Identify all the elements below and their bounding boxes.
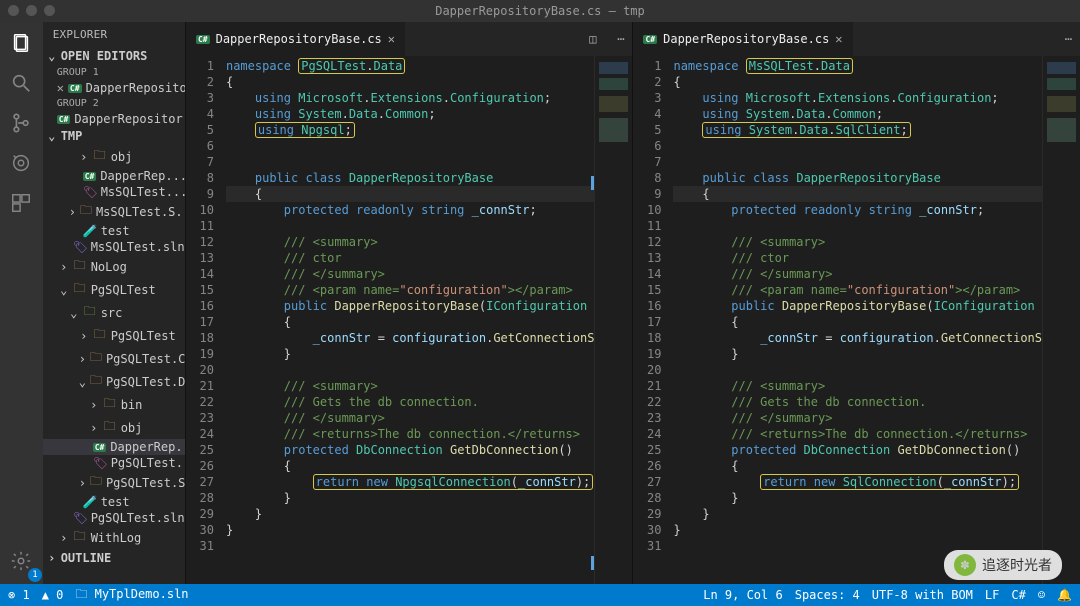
activity-bar — [0, 22, 43, 584]
settings-badge: 1 — [28, 568, 42, 582]
editor-pane: C#DapperRepositoryBase.cs✕⋯1234567891011… — [632, 22, 1080, 584]
tree-item[interactable]: 🏷PgSQLTest.... — [43, 455, 185, 471]
open-editor-1[interactable]: ✕C#DapperRepositor... — [43, 80, 185, 96]
tree-item[interactable]: ⌄🗀PgSQLTest.D... — [43, 370, 185, 393]
status-encoding[interactable]: UTF-8 with BOM — [872, 588, 973, 602]
explorer-icon[interactable] — [8, 30, 34, 56]
tree-item-label: PgSQLTest.... — [111, 456, 185, 470]
debug-icon[interactable] — [8, 150, 34, 176]
editor-split: C#DapperRepositoryBase.cs✕◫⋯123456789101… — [185, 22, 1080, 584]
tree-item-label: PgSQLTest.C... — [106, 352, 185, 366]
more-actions-icon[interactable]: ⋯ — [1065, 32, 1072, 46]
more-actions-icon[interactable]: ⋯ — [617, 32, 624, 46]
code-lines[interactable]: namespace MsSQLTest.Data{ using Microsof… — [669, 56, 1042, 584]
tab-label: DapperRepositoryBase.cs — [216, 32, 382, 46]
explorer-sidebar: EXPLORER ⌄OPEN EDITORS GROUP 1 ✕C#Dapper… — [43, 22, 185, 584]
tab-label: DapperRepositoryBase.cs — [663, 32, 829, 46]
status-warnings[interactable]: ▲ 0 — [42, 588, 64, 602]
tree-item-label: PgSQLTest.S... — [106, 476, 185, 490]
window-title: DapperRepositoryBase.cs — tmp — [435, 4, 645, 18]
close-icon[interactable]: ✕ — [835, 32, 842, 46]
tree-item-label: src — [101, 306, 123, 320]
tree-item[interactable]: C#DapperRep... — [43, 439, 185, 455]
tree-item-label: MsSQLTest.... — [101, 185, 185, 199]
status-bar: ⊗ 1 ▲ 0 🗀 MyTplDemo.sln Ln 9, Col 6 Spac… — [0, 584, 1080, 606]
split-editor-icon[interactable]: ◫ — [589, 32, 596, 46]
status-notifications[interactable]: 🔔 — [1057, 588, 1072, 602]
editor-tab[interactable]: C#DapperRepositoryBase.cs✕ — [633, 22, 853, 56]
tree-item-label: PgSQLTest.D... — [106, 375, 185, 389]
tree-item[interactable]: C#DapperRep... — [43, 168, 185, 184]
status-feedback[interactable]: ☺ — [1038, 588, 1045, 602]
tree-item[interactable]: ⌄🗀PgSQLTest — [43, 278, 185, 301]
code-area[interactable]: 1234567891011121314151617181920212223242… — [633, 56, 1080, 584]
tree-item[interactable]: 🏷MsSQLTest.sln — [43, 239, 185, 255]
tree-item-label: obj — [111, 150, 133, 164]
status-errors[interactable]: ⊗ 1 — [8, 588, 30, 602]
editor-pane: C#DapperRepositoryBase.cs✕◫⋯123456789101… — [185, 22, 633, 584]
open-editor-2[interactable]: C#DapperRepositor... — [43, 111, 185, 127]
wechat-watermark: ✽ 追逐时光者 — [944, 550, 1062, 580]
source-control-icon[interactable] — [8, 110, 34, 136]
traffic-lights[interactable] — [8, 5, 55, 16]
line-gutter: 1234567891011121314151617181920212223242… — [186, 56, 222, 584]
status-spaces[interactable]: Spaces: 4 — [795, 588, 860, 602]
tree-item-label: PgSQLTest — [111, 329, 176, 343]
group-1-label: GROUP 1 — [43, 65, 185, 80]
minimap[interactable] — [1042, 56, 1080, 584]
open-editors-header[interactable]: ⌄OPEN EDITORS — [43, 47, 185, 65]
tree-item[interactable]: 🏷MsSQLTest.... — [43, 184, 185, 200]
tree-item-label: WithLog — [91, 531, 142, 545]
tree-item-label: MsSQLTest.S... — [96, 205, 185, 219]
tree-item-label: NoLog — [91, 260, 127, 274]
tree-item-label: PgSQLTest — [91, 283, 156, 297]
tree-item-label: DapperRep... — [100, 169, 185, 183]
tmp-header[interactable]: ⌄TMP — [43, 127, 185, 145]
tree-item-label: test — [101, 495, 130, 509]
tree-item-label: bin — [121, 398, 143, 412]
line-gutter: 1234567891011121314151617181920212223242… — [633, 56, 669, 584]
tree-item-label: PgSQLTest.sln — [91, 511, 185, 525]
editor-tab[interactable]: C#DapperRepositoryBase.cs✕ — [186, 22, 406, 56]
minimap[interactable] — [594, 56, 632, 584]
status-cursor[interactable]: Ln 9, Col 6 — [703, 588, 782, 602]
window-titlebar: DapperRepositoryBase.cs — tmp — [0, 0, 1080, 22]
group-2-label: GROUP 2 — [43, 96, 185, 111]
outline-header[interactable]: ›OUTLINE — [43, 549, 185, 567]
tree-item-label: obj — [121, 421, 143, 435]
tree-item-label: DapperRep... — [110, 440, 185, 454]
sidebar-title: EXPLORER — [43, 22, 185, 47]
tree-item[interactable]: ›🗀NoLog — [43, 255, 185, 278]
wechat-icon: ✽ — [954, 554, 976, 576]
close-icon[interactable]: ✕ — [388, 32, 395, 46]
tree-item[interactable]: ›🗀obj — [43, 145, 185, 168]
tree-item[interactable]: ›🗀WithLog — [43, 526, 185, 549]
tree-item[interactable]: ›🗀MsSQLTest.S... — [43, 200, 185, 223]
tree-item[interactable]: ›🗀bin — [43, 393, 185, 416]
tree-item[interactable]: ⌄🗀src — [43, 301, 185, 324]
tree-item[interactable]: 🧪test — [43, 494, 185, 510]
tree-item[interactable]: ›🗀PgSQLTest — [43, 324, 185, 347]
file-tree: ›🗀objC#DapperRep...🏷MsSQLTest....›🗀MsSQL… — [43, 145, 185, 549]
tab-bar: C#DapperRepositoryBase.cs✕◫⋯ — [186, 22, 633, 56]
tree-item-label: MsSQLTest.sln — [91, 240, 185, 254]
code-area[interactable]: 1234567891011121314151617181920212223242… — [186, 56, 633, 584]
status-project[interactable]: 🗀 MyTplDemo.sln — [75, 585, 188, 606]
tree-item[interactable]: ›🗀PgSQLTest.S... — [43, 471, 185, 494]
status-eol[interactable]: LF — [985, 588, 999, 602]
status-lang[interactable]: C# — [1011, 588, 1025, 602]
tree-item-label: test — [101, 224, 130, 238]
search-icon[interactable] — [8, 70, 34, 96]
tree-item[interactable]: 🧪test — [43, 223, 185, 239]
tab-bar: C#DapperRepositoryBase.cs✕⋯ — [633, 22, 1080, 56]
tree-item[interactable]: ›🗀obj — [43, 416, 185, 439]
tree-item[interactable]: 🏷PgSQLTest.sln — [43, 510, 185, 526]
code-lines[interactable]: namespace PgSQLTest.Data{ using Microsof… — [222, 56, 595, 584]
tree-item[interactable]: ›🗀PgSQLTest.C... — [43, 347, 185, 370]
extensions-icon[interactable] — [8, 190, 34, 216]
